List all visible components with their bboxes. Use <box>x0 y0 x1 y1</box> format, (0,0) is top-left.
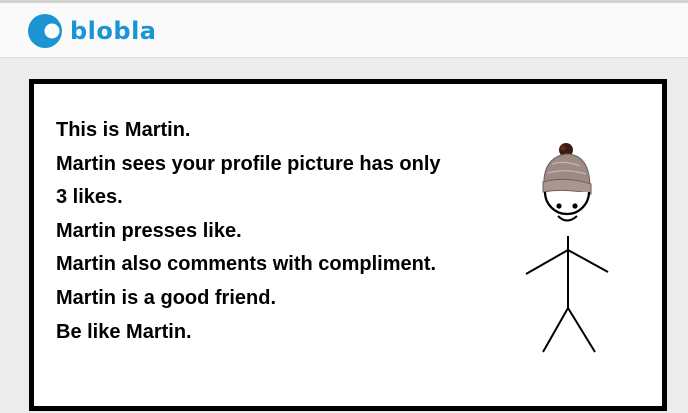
meme-line: Martin presses like. <box>56 219 242 242</box>
meme-card: This is Martin. Martin sees your profile… <box>29 79 667 411</box>
meme-line: This is Martin. <box>56 119 191 141</box>
stick-figure-icon <box>525 143 609 353</box>
brand-name: blobla <box>70 17 157 45</box>
meme-line: Martin sees your profile picture has onl… <box>56 152 441 175</box>
site-logo[interactable]: blobla <box>27 13 157 49</box>
meme-line: 3 likes. <box>56 186 123 209</box>
meme-line: Martin is a good friend. <box>56 286 277 309</box>
blobla-logo-icon <box>28 14 62 48</box>
meme-line: Be like Martin. <box>56 320 192 343</box>
meme-caption: This is Martin. Martin sees your profile… <box>56 114 496 349</box>
site-header: blobla <box>0 0 688 58</box>
meme-line: Martin also comments with compliment. <box>56 253 437 276</box>
